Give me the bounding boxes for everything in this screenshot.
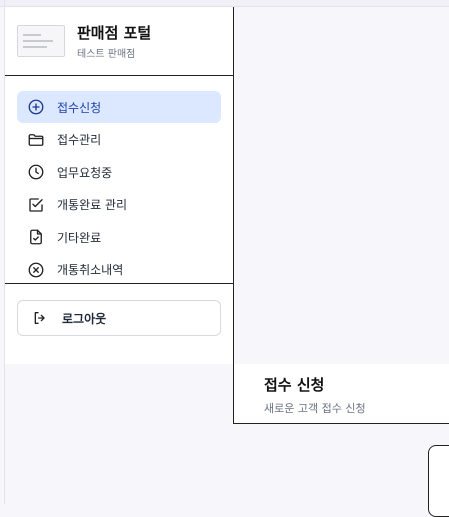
sidebar-item-manage[interactable]: 접수관리 bbox=[17, 124, 221, 156]
sidebar-item-label: 업무요청중 bbox=[57, 165, 113, 180]
main-content-area bbox=[234, 7, 449, 364]
sidebar-item-label: 접수신청 bbox=[57, 100, 102, 115]
sidebar-item-label: 접수관리 bbox=[57, 133, 102, 147]
page-title: 접수 신청 bbox=[264, 376, 325, 394]
check-square-icon bbox=[29, 197, 43, 212]
top-strip bbox=[0, 0, 449, 7]
sidebar-item-label: 개통취소내역 bbox=[57, 263, 124, 277]
logout-section: 로그아웃 bbox=[5, 284, 233, 352]
sidebar-item-activation-done[interactable]: 개통완료 관리 bbox=[17, 189, 221, 221]
sidebar-item-pending[interactable]: 업무요청중 bbox=[17, 156, 221, 188]
logout-label: 로그아웃 bbox=[62, 311, 107, 326]
clock-icon bbox=[28, 164, 44, 180]
sidebar-item-label: 기타완료 bbox=[57, 230, 102, 245]
page-subtitle: 새로운 고객 접수 신청 bbox=[264, 402, 366, 415]
brand-title: 판매점 포털 bbox=[77, 23, 152, 42]
form-card bbox=[428, 445, 449, 517]
store-logo-icon bbox=[17, 25, 65, 57]
plus-circle-icon bbox=[28, 99, 44, 115]
logout-button[interactable]: 로그아웃 bbox=[17, 300, 221, 336]
brand-subtitle: 테스트 판매점 bbox=[77, 48, 136, 60]
file-check-icon bbox=[30, 229, 42, 245]
folder-icon bbox=[28, 133, 44, 146]
logout-icon bbox=[34, 312, 45, 324]
sidebar: 판매점 포털 테스트 판매점 접수신청 접수관리 업무요청중 개통완료 관리 기… bbox=[5, 7, 234, 364]
x-circle-icon bbox=[28, 262, 44, 277]
sidebar-item-cancel-history[interactable]: 개통취소내역 bbox=[17, 254, 221, 286]
brand-header: 판매점 포털 테스트 판매점 bbox=[5, 7, 233, 76]
sidebar-item-register[interactable]: 접수신청 bbox=[17, 91, 221, 123]
page-header: 접수 신청 새로운 고객 접수 신청 bbox=[233, 364, 449, 424]
sidebar-item-other-done[interactable]: 기타완료 bbox=[17, 221, 221, 253]
sidebar-item-label: 개통완료 관리 bbox=[57, 198, 128, 212]
sidebar-nav: 접수신청 접수관리 업무요청중 개통완료 관리 기타완료 개통취소내역 bbox=[5, 76, 233, 284]
